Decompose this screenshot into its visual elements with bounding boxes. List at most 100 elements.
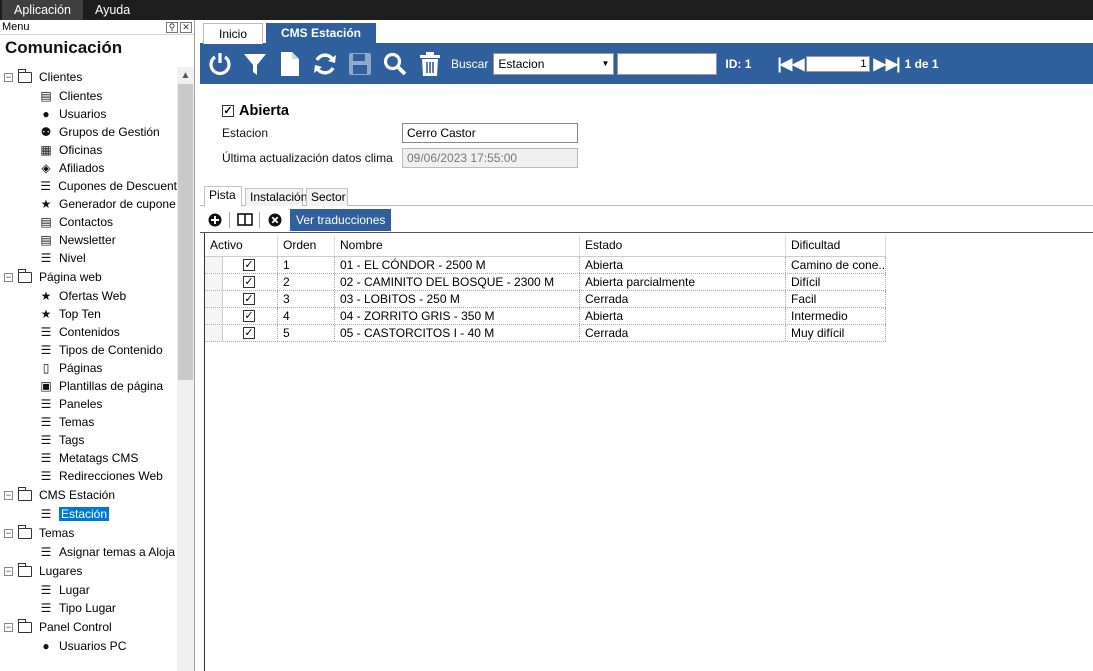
orden-cell[interactable]: 5 <box>278 325 335 341</box>
tree-item[interactable]: ● Usuarios <box>0 105 177 123</box>
tree-item[interactable]: ☰ Metatags CMS <box>0 449 177 467</box>
tree-item[interactable]: ◈ Afiliados <box>0 159 177 177</box>
row-selector[interactable] <box>205 325 223 341</box>
tab-inicio[interactable]: Inicio <box>203 23 263 44</box>
menu-ayuda[interactable]: Ayuda <box>83 0 142 20</box>
nombre-cell[interactable]: 03 - LOBITOS - 250 M <box>335 291 580 307</box>
close-icon[interactable]: ✕ <box>180 21 192 33</box>
tree-item[interactable]: ☰ Estación <box>0 505 177 523</box>
dificultad-cell[interactable]: Muy difícil <box>786 325 886 341</box>
tree-item[interactable]: ▣ Plantillas de página <box>0 377 177 395</box>
tab-instalacion[interactable]: Instalación <box>245 188 307 206</box>
tree-item[interactable]: ☰ Nivel <box>0 249 177 267</box>
table-row[interactable]: ✓ 5 05 - CASTORCITOS I - 40 M Cerrada Muy di… <box>205 325 886 342</box>
tab-cms-estacion[interactable]: CMS Estación <box>266 23 376 44</box>
nombre-cell[interactable]: 01 - EL CÓNDOR - 2500 M <box>335 257 580 273</box>
first-record-icon[interactable]: |◀ <box>777 54 792 74</box>
table-row[interactable]: ✓ 4 04 - ZORRITO GRIS - 350 M Abierta Interm… <box>205 308 886 325</box>
columns-icon[interactable] <box>237 212 253 228</box>
tree-group[interactable]: − Clientes <box>0 67 177 87</box>
row-selector[interactable] <box>205 257 223 273</box>
tab-pista[interactable]: Pista <box>204 186 242 207</box>
dificultad-cell[interactable]: Camino de cone... <box>786 257 886 273</box>
dificultad-cell[interactable]: Difícil <box>786 274 886 290</box>
abierta-checkbox[interactable]: ✓ Abierta <box>222 103 289 119</box>
tree-group[interactable]: − Página web <box>0 267 177 287</box>
column-header-nombre[interactable]: Nombre <box>335 235 580 256</box>
row-selector[interactable] <box>205 308 223 324</box>
activo-checkbox[interactable]: ✓ <box>243 259 255 271</box>
filter-icon[interactable] <box>240 49 270 79</box>
activo-checkbox[interactable]: ✓ <box>243 293 255 305</box>
tree-item[interactable]: ☰ Tipos de Contenido <box>0 341 177 359</box>
activo-cell[interactable]: ✓ <box>223 274 278 290</box>
tree-item[interactable]: ★ Generador de cupone <box>0 195 177 213</box>
tree-item[interactable]: ★ Ofertas Web <box>0 287 177 305</box>
tree-group[interactable]: − Lugares <box>0 561 177 581</box>
previous-record-icon[interactable]: ◀ <box>792 54 804 74</box>
estado-cell[interactable]: Abierta <box>580 308 786 324</box>
tree-item[interactable]: ☰ Asignar temas a Aloja <box>0 543 177 561</box>
nombre-cell[interactable]: 05 - CASTORCITOS I - 40 M <box>335 325 580 341</box>
tree-item[interactable]: ▦ Oficinas <box>0 141 177 159</box>
row-selector[interactable] <box>205 274 223 290</box>
tree-group[interactable]: − Panel Control <box>0 617 177 637</box>
add-icon[interactable] <box>207 212 223 228</box>
collapse-icon[interactable]: − <box>4 528 13 538</box>
collapse-icon[interactable]: − <box>4 490 13 500</box>
collapse-icon[interactable]: − <box>4 566 13 576</box>
estado-cell[interactable]: Cerrada <box>580 291 786 307</box>
activo-checkbox[interactable]: ✓ <box>243 276 255 288</box>
column-header-orden[interactable]: Orden <box>278 235 335 256</box>
power-icon[interactable] <box>205 49 235 79</box>
tree-item[interactable]: ▤ Contactos <box>0 213 177 231</box>
table-row[interactable]: ✓ 2 02 - CAMINITO DEL BOSQUE - 2300 M Abier… <box>205 274 886 291</box>
activo-checkbox[interactable]: ✓ <box>243 327 255 339</box>
column-header-dificultad[interactable]: Dificultad <box>786 235 886 256</box>
tree-item[interactable]: ★ Top Ten <box>0 305 177 323</box>
dificultad-cell[interactable]: Facil <box>786 291 886 307</box>
orden-cell[interactable]: 2 <box>278 274 335 290</box>
remove-icon[interactable] <box>267 212 283 228</box>
tree-item[interactable]: ☰ Tags <box>0 431 177 449</box>
estado-cell[interactable]: Abierta parcialmente <box>580 274 786 290</box>
activo-cell[interactable]: ✓ <box>223 308 278 324</box>
tree-item[interactable]: ☰ Tipo Lugar <box>0 599 177 617</box>
row-selector[interactable] <box>205 291 223 307</box>
nombre-cell[interactable]: 04 - ZORRITO GRIS - 350 M <box>335 308 580 324</box>
table-row[interactable]: ✓ 1 01 - EL CÓNDOR - 2500 M Abierta Camino d… <box>205 257 886 274</box>
tree-item[interactable]: ▤ Newsletter <box>0 231 177 249</box>
tree-item[interactable]: ☰ Lugar <box>0 581 177 599</box>
refresh-icon[interactable] <box>310 49 340 79</box>
ver-traducciones-button[interactable]: Ver traducciones <box>290 208 392 231</box>
tree-item[interactable]: ▤ Clientes <box>0 87 177 105</box>
table-row[interactable]: ✓ 3 03 - LOBITOS - 250 M Cerrada Facil <box>205 291 886 308</box>
scroll-thumb[interactable] <box>178 84 193 380</box>
collapse-icon[interactable]: − <box>4 622 13 632</box>
tree-item[interactable]: ☰ Contenidos <box>0 323 177 341</box>
pin-icon[interactable]: ⚲ <box>166 21 178 33</box>
last-record-icon[interactable]: ▶| <box>886 54 901 74</box>
activo-cell[interactable]: ✓ <box>223 291 278 307</box>
tree-item[interactable]: ☰ Redirecciones Web <box>0 467 177 485</box>
scroll-up-icon[interactable]: ▲ <box>177 67 194 84</box>
tab-sector[interactable]: Sector <box>306 188 348 206</box>
page-input[interactable]: 1 <box>806 56 871 72</box>
estacion-field[interactable]: Cerro Castor <box>402 123 578 143</box>
column-header-activo[interactable]: Activo <box>205 235 278 256</box>
estado-cell[interactable]: Abierta <box>580 257 786 273</box>
tree-item[interactable]: ☰ Cupones de Descuent <box>0 177 177 195</box>
tree-item[interactable]: ⚉ Grupos de Gestión <box>0 123 177 141</box>
orden-cell[interactable]: 4 <box>278 308 335 324</box>
delete-icon[interactable] <box>415 49 445 79</box>
next-record-icon[interactable]: ▶ <box>873 54 885 74</box>
activo-checkbox[interactable]: ✓ <box>243 310 255 322</box>
tree-scrollbar[interactable]: ▲ <box>177 67 194 671</box>
tree-item[interactable]: ▯ Páginas <box>0 359 177 377</box>
activo-cell[interactable]: ✓ <box>223 257 278 273</box>
tree-item[interactable]: ● Usuarios PC <box>0 637 177 655</box>
nombre-cell[interactable]: 02 - CAMINITO DEL BOSQUE - 2300 M <box>335 274 580 290</box>
dificultad-cell[interactable]: Intermedio <box>786 308 886 324</box>
search-input[interactable] <box>617 53 718 75</box>
tree-item[interactable]: ☰ Temas <box>0 413 177 431</box>
